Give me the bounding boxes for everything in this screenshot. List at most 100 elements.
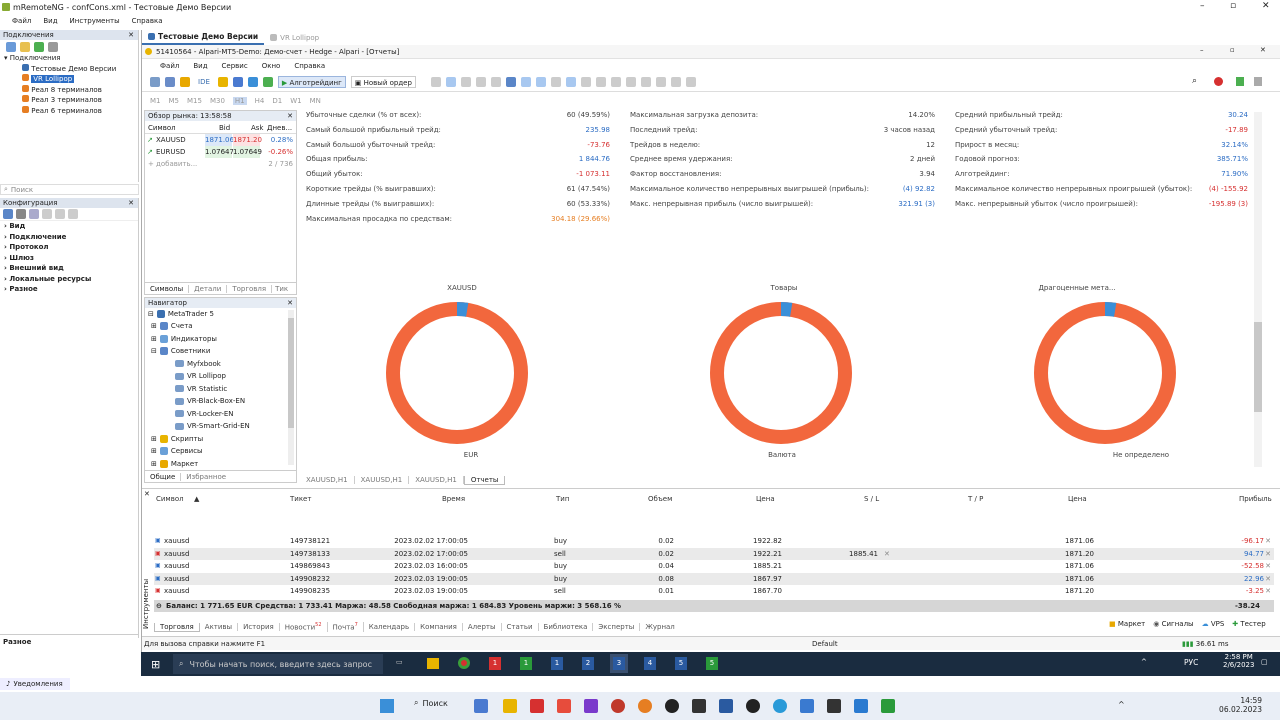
objects-icon[interactable] — [180, 77, 190, 87]
properties-icon[interactable] — [29, 209, 39, 219]
col-volume[interactable]: Объем — [648, 495, 672, 503]
config-item-protocol[interactable]: › Протокол — [4, 242, 138, 253]
config-item-connection[interactable]: › Подключение — [4, 232, 138, 243]
browser-icon[interactable] — [638, 699, 652, 713]
nav-item-vr-lollipop[interactable]: VR Lollipop — [175, 372, 226, 380]
panel-close-icon[interactable]: ✕ — [144, 490, 150, 498]
close-position-icon[interactable]: ✕ — [1265, 537, 1271, 545]
mt5-terminal-icon[interactable]: 1 — [520, 657, 532, 670]
nav-item-black-box[interactable]: VR-Black-Box-EN — [175, 397, 245, 405]
scroll-thumb[interactable] — [1254, 322, 1262, 412]
lock-icon[interactable] — [217, 77, 228, 87]
tab-symbols[interactable]: Символы — [145, 284, 190, 293]
donut-segment[interactable] — [780, 302, 793, 317]
panel-close-icon[interactable]: ✕ — [128, 30, 134, 40]
close-position-icon[interactable]: ✕ — [1265, 575, 1271, 583]
tf-d1[interactable]: D1 — [272, 97, 282, 105]
mt5-menu-window[interactable]: Окно — [262, 62, 281, 70]
tab-history[interactable]: История — [238, 623, 280, 631]
tester-link[interactable]: ✚ Тестер — [1232, 620, 1265, 628]
mt5-terminal-icon[interactable]: 1 — [551, 657, 563, 670]
col-tp[interactable]: T / P — [968, 495, 983, 503]
app-icon[interactable] — [584, 699, 598, 713]
donut-ring[interactable] — [710, 302, 852, 444]
col-type[interactable]: Тип — [556, 495, 569, 503]
tree-item-real6[interactable]: Реал 6 терминалов — [4, 105, 138, 117]
col-price[interactable]: Цена — [756, 495, 775, 503]
search-icon[interactable]: ⌕ — [1192, 76, 1197, 86]
crosshair-icon[interactable] — [580, 77, 591, 87]
trade-row[interactable]: ▣ xauusd 149908235 2023.02.03 19:00:05 sell 0… — [154, 585, 1274, 597]
tf-m1[interactable]: M1 — [150, 97, 161, 105]
config-item-view[interactable]: › Вид — [4, 221, 138, 232]
close-icon[interactable]: ✕ — [1260, 46, 1266, 54]
chart-tab[interactable]: XAUUSD,H1 — [355, 476, 410, 484]
tree-item-real3[interactable]: Реал 3 терминалов — [4, 95, 138, 106]
tab-experts[interactable]: Эксперты — [593, 623, 641, 631]
nav-item-accounts[interactable]: ⊞ Счета — [151, 322, 193, 330]
config-item-appearance[interactable]: › Внешний вид — [4, 263, 138, 274]
tab-vr-lollipop[interactable]: VR Lollipop — [264, 30, 325, 45]
signals-link[interactable]: ◉ Сигналы — [1153, 620, 1193, 628]
tf-w1[interactable]: W1 — [290, 97, 301, 105]
mt5-menu-view[interactable]: Вид — [193, 62, 207, 70]
col-daily[interactable]: Днев... — [267, 124, 292, 132]
app-icon[interactable] — [557, 699, 571, 713]
tab-details[interactable]: Детали — [189, 284, 228, 293]
config-item-local-resources[interactable]: › Локальные ресурсы — [4, 274, 138, 285]
trade-row[interactable]: ▣ xauusd 149908232 2023.02.03 19:00:05 buy 0.… — [154, 572, 1274, 585]
vps-link[interactable]: ☁ VPS — [1202, 620, 1225, 628]
tree-item-real8[interactable]: Реал 8 терминалов — [4, 84, 138, 96]
zoom-in-icon[interactable] — [475, 77, 486, 87]
new-connection-icon[interactable] — [6, 41, 16, 52]
tab-mail[interactable]: Почта7 — [328, 622, 364, 632]
tab-trading[interactable]: Торговля — [227, 284, 273, 293]
tab-articles[interactable]: Статьи — [502, 623, 539, 631]
tf-m5[interactable]: M5 — [169, 97, 180, 105]
notification-center-icon[interactable]: ▢ — [1261, 658, 1268, 666]
trade-row[interactable]: ▣ xauusd 149738121 2023.02.02 17:00:05 buy 0.… — [154, 535, 1274, 547]
nav-item-vr-statistic[interactable]: VR Statistic — [175, 385, 227, 393]
market-row[interactable]: ↗ EURUSD 1.07647 1.07649 -0.26% — [145, 146, 296, 158]
app-icon[interactable] — [719, 699, 733, 713]
tf-m15[interactable]: M15 — [187, 97, 202, 105]
tab-common[interactable]: Общие — [145, 472, 182, 481]
collapse-icon[interactable]: ⊖ — [156, 602, 162, 610]
col-symbol[interactable]: Символ — [148, 124, 176, 132]
scroll-icon[interactable] — [520, 77, 531, 87]
tf-mn[interactable]: MN — [310, 97, 321, 105]
alphabetical-icon[interactable] — [16, 209, 26, 219]
remove-sl-icon[interactable]: ✕ — [884, 550, 890, 558]
navigator-scrollbar[interactable] — [288, 310, 294, 465]
icon-icon[interactable] — [68, 209, 78, 219]
chrome-icon[interactable] — [458, 657, 470, 669]
algotrading-button[interactable]: ▶ Алготрейдинг — [277, 76, 346, 88]
tab-trade[interactable]: Торговля — [154, 622, 200, 632]
scroll-thumb[interactable] — [288, 318, 294, 428]
tree-item-vr-lollipop[interactable]: VR Lollipop — [4, 74, 138, 85]
nav-item-services[interactable]: ⊞ Сервисы — [151, 447, 203, 455]
donut-ring[interactable] — [1034, 302, 1176, 444]
tab-company[interactable]: Компания — [415, 623, 463, 631]
mt5-menu-help[interactable]: Справка — [294, 62, 325, 70]
minimize-icon[interactable]: – — [1200, 1, 1205, 11]
col-ask[interactable]: Ask — [251, 124, 264, 132]
tab-library[interactable]: Библиотека — [539, 623, 594, 631]
chart-tab[interactable]: XAUUSD,H1 — [300, 476, 355, 484]
nav-item-experts[interactable]: ⊟ Советники — [151, 347, 210, 355]
fibo-icon[interactable] — [655, 77, 666, 87]
menu-file[interactable]: Файл — [12, 17, 31, 25]
app-icon[interactable] — [665, 699, 679, 713]
mt5-menu-service[interactable]: Сервис — [222, 62, 248, 70]
mt5-menu-file[interactable]: Файл — [160, 62, 179, 70]
app-icon[interactable] — [530, 699, 544, 713]
close-position-icon[interactable]: ✕ — [1265, 587, 1271, 595]
collapse-icon[interactable] — [48, 41, 58, 52]
panel-close-icon[interactable]: ✕ — [287, 111, 293, 121]
nav-item-smart-grid[interactable]: VR-Smart-Grid-EN — [175, 422, 250, 430]
search-box[interactable]: ⌕ Поиск — [0, 184, 139, 195]
task-view-icon[interactable] — [474, 699, 488, 713]
app-icon[interactable] — [746, 699, 760, 713]
col-ticket[interactable]: Тикет — [290, 495, 311, 503]
explorer-icon[interactable] — [427, 658, 439, 669]
